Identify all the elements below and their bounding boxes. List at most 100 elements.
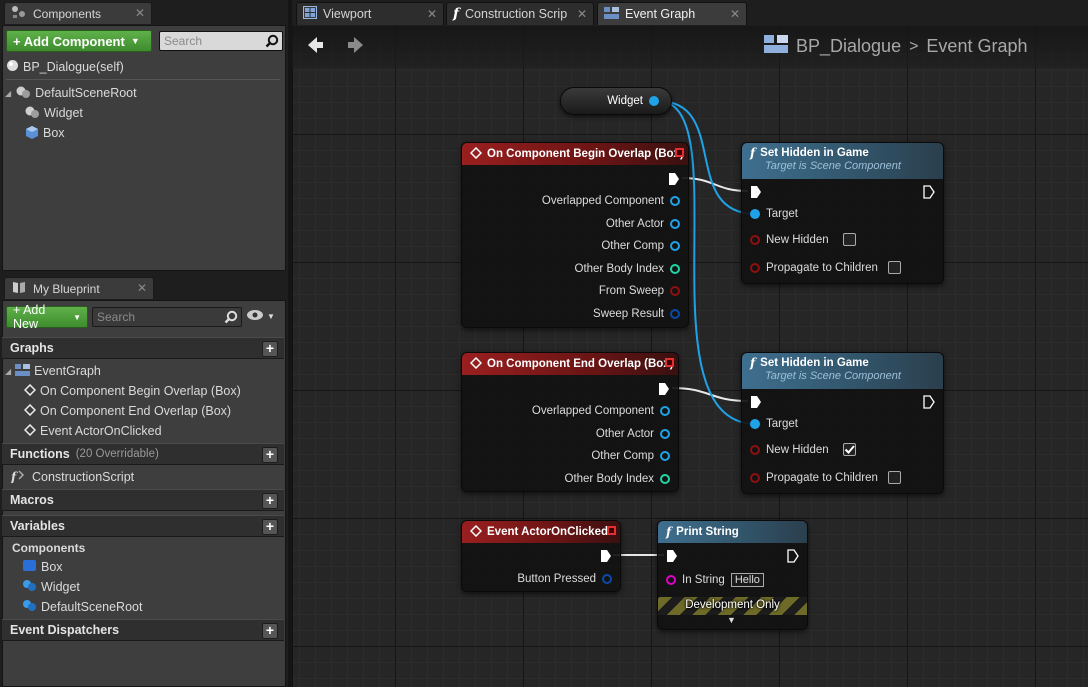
pin-other-body-index[interactable]: Other Body Index <box>564 473 670 485</box>
pin-label: Button Pressed <box>517 573 596 585</box>
pin-other-actor[interactable]: Other Actor <box>606 218 680 230</box>
event-diamond-icon <box>469 524 483 540</box>
object-pin[interactable] <box>750 209 760 219</box>
pin-label: Other Body Index <box>564 473 655 485</box>
delegate-pin[interactable] <box>607 526 616 535</box>
pin-target[interactable]: Target <box>750 418 798 430</box>
delegate-pin[interactable] <box>665 358 674 367</box>
object-pin[interactable] <box>660 429 670 439</box>
object-pin[interactable] <box>660 406 670 416</box>
actor-on-clicked-event-node[interactable]: Event ActorOnClicked Button Pressed <box>461 520 621 592</box>
object-output-pin[interactable] <box>649 96 659 106</box>
bool-pin[interactable] <box>750 234 760 245</box>
set-hidden-in-game-node[interactable]: f Set Hidden in Game Target is Scene Comp… <box>741 352 944 494</box>
bool-pin[interactable] <box>750 472 760 483</box>
bool-pin[interactable] <box>670 286 680 296</box>
pin-label: From Sweep <box>598 285 664 297</box>
struct-pin[interactable] <box>602 574 612 584</box>
pin-propagate[interactable]: Propagate to Children <box>750 261 901 274</box>
pin-label: Other Comp <box>591 450 654 462</box>
pin-from-sweep[interactable]: From Sweep <box>599 285 680 297</box>
pin-label: Sweep Result <box>593 308 664 320</box>
object-pin[interactable] <box>670 219 680 229</box>
object-pin[interactable] <box>750 419 760 429</box>
pin-label: Other Actor <box>595 428 654 440</box>
pin-in-string[interactable]: In String Hello <box>666 573 764 587</box>
pin-label: Other Body Index <box>574 263 665 275</box>
pin-new-hidden[interactable]: New Hidden <box>750 233 856 246</box>
node-header: f Print String <box>658 521 807 543</box>
node-title: On Component End Overlap (Box) <box>487 358 674 370</box>
function-icon: f <box>666 525 672 539</box>
function-icon: f <box>750 356 756 370</box>
pin-other-actor[interactable]: Other Actor <box>596 428 670 440</box>
node-header: On Component End Overlap (Box) <box>462 353 678 375</box>
node-header: On Component Begin Overlap (Box) <box>462 143 688 165</box>
object-pin[interactable] <box>670 196 680 206</box>
pin-other-comp[interactable]: Other Comp <box>601 240 680 252</box>
exec-input-pin[interactable] <box>750 185 762 199</box>
node-header: Event ActorOnClicked <box>462 521 620 543</box>
node-title: Set Hidden in Game <box>760 147 869 159</box>
pin-label: Overlapped Component <box>531 405 654 417</box>
exec-output-pin[interactable] <box>668 172 680 186</box>
bool-pin[interactable] <box>750 262 760 273</box>
new-hidden-checkbox[interactable] <box>842 443 856 456</box>
pin-label: Propagate to Children <box>766 471 878 484</box>
widget-variable-node[interactable]: Widget <box>560 87 672 115</box>
int-pin[interactable] <box>660 474 670 484</box>
pin-label: Propagate to Children <box>766 261 878 274</box>
bool-pin[interactable] <box>750 444 760 455</box>
variable-node-label: Widget <box>607 95 643 107</box>
exec-output-pin[interactable] <box>658 382 670 396</box>
pin-label: Other Actor <box>605 218 664 230</box>
int-pin[interactable] <box>670 264 680 274</box>
development-only-label: Development Only <box>685 599 780 611</box>
in-string-input[interactable]: Hello <box>730 573 764 587</box>
node-title: Print String <box>676 526 739 538</box>
set-hidden-in-game-node[interactable]: f Set Hidden in Game Target is Scene Comp… <box>741 142 944 284</box>
pin-propagate[interactable]: Propagate to Children <box>750 471 901 484</box>
development-only-banner: Development Only <box>658 597 807 615</box>
node-header: f Set Hidden in Game Target is Scene Comp… <box>742 143 943 179</box>
delegate-pin[interactable] <box>675 148 684 157</box>
function-icon: f <box>750 146 756 160</box>
new-hidden-checkbox[interactable] <box>842 233 856 246</box>
exec-output-pin[interactable] <box>600 549 612 563</box>
checkmark-icon <box>844 445 855 454</box>
pin-sweep-result[interactable]: Sweep Result <box>593 308 680 320</box>
pin-overlapped-component[interactable]: Overlapped Component <box>532 405 670 417</box>
pin-target[interactable]: Target <box>750 208 798 220</box>
node-header: f Set Hidden in Game Target is Scene Comp… <box>742 353 943 389</box>
pin-button-pressed[interactable]: Button Pressed <box>517 573 612 585</box>
pin-label: New Hidden <box>766 233 829 246</box>
object-pin[interactable] <box>670 241 680 251</box>
event-diamond-icon <box>469 146 483 162</box>
pin-label: In String <box>682 574 725 586</box>
exec-output-pin[interactable] <box>923 185 935 199</box>
pin-label: Target <box>766 418 798 430</box>
begin-overlap-event-node[interactable]: On Component Begin Overlap (Box) Overlap… <box>461 142 689 328</box>
string-pin[interactable] <box>666 575 676 585</box>
exec-output-pin[interactable] <box>787 549 799 563</box>
exec-input-pin[interactable] <box>750 395 762 409</box>
pin-label: Other Comp <box>601 240 664 252</box>
propagate-checkbox[interactable] <box>887 261 901 274</box>
expand-arrow-icon[interactable]: ▼ <box>727 615 736 625</box>
struct-pin[interactable] <box>670 309 680 319</box>
pin-new-hidden[interactable]: New Hidden <box>750 443 856 456</box>
exec-input-pin[interactable] <box>666 549 678 563</box>
pin-overlapped-component[interactable]: Overlapped Component <box>542 195 680 207</box>
pin-label: New Hidden <box>766 443 829 456</box>
pin-other-body-index[interactable]: Other Body Index <box>574 263 680 275</box>
pin-other-comp[interactable]: Other Comp <box>591 450 670 462</box>
end-overlap-event-node[interactable]: On Component End Overlap (Box) Overlappe… <box>461 352 679 492</box>
node-title: Event ActorOnClicked <box>487 526 608 538</box>
object-pin[interactable] <box>660 451 670 461</box>
event-diamond-icon <box>469 356 483 372</box>
node-subtitle: Target is Scene Component <box>765 160 901 172</box>
exec-output-pin[interactable] <box>923 395 935 409</box>
print-string-node[interactable]: f Print String In String Hello Developme… <box>657 520 808 630</box>
propagate-checkbox[interactable] <box>887 471 901 484</box>
node-title: Set Hidden in Game <box>760 357 869 369</box>
